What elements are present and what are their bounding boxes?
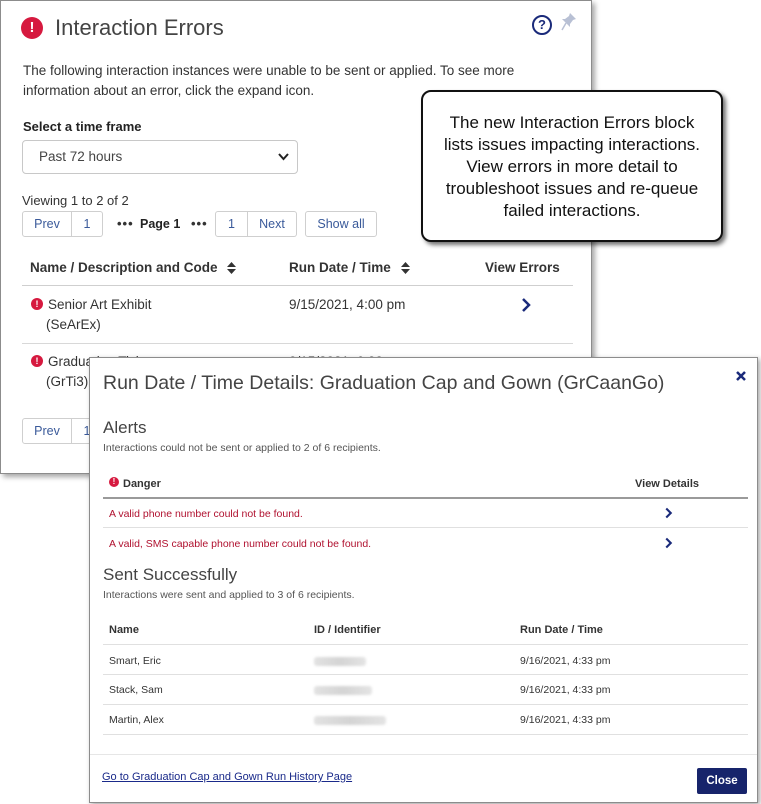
- redacted-id: [314, 657, 366, 666]
- timeframe-selected: Past 72 hours: [39, 149, 123, 164]
- sent-col-name: Name: [109, 624, 139, 636]
- pager-prev-group: Prev 1: [22, 211, 103, 237]
- timeframe-label: Select a time frame: [23, 119, 142, 134]
- pager-showall-group: Show all: [305, 211, 377, 237]
- sent-col-id: ID / Identifier: [314, 624, 381, 636]
- row-divider: [103, 674, 748, 675]
- redacted-id: [314, 686, 372, 695]
- sort-icon: [400, 262, 410, 275]
- close-button[interactable]: Close: [697, 768, 747, 794]
- current-page-label: Page 1: [140, 217, 181, 231]
- sent-col-date: Run Date / Time: [520, 624, 603, 636]
- alert-item: A valid, SMS capable phone number could …: [109, 538, 372, 550]
- alert-item: A valid phone number could not be found.: [109, 508, 303, 520]
- row-code: (GrTi3): [46, 374, 89, 389]
- callout-box: The new Interaction Errors block lists i…: [421, 90, 723, 242]
- sent-row-date: 9/16/2021, 4:33 pm: [520, 714, 611, 726]
- chevron-right-icon[interactable]: [664, 537, 673, 549]
- run-details-modal: Run Date / Time Details: Graduation Cap …: [89, 357, 758, 803]
- chevron-down-icon: [278, 153, 289, 161]
- row-divider: [103, 734, 748, 735]
- sent-row-name: Martin, Alex: [109, 714, 164, 726]
- show-all-button[interactable]: Show all: [305, 211, 377, 237]
- panel-header: ! Interaction Errors: [21, 15, 224, 41]
- callout-text: The new Interaction Errors block lists i…: [443, 113, 701, 220]
- sent-row-date: 9/16/2021, 4:33 pm: [520, 684, 611, 696]
- alerts-col-view-details: View Details: [635, 478, 699, 490]
- row-divider: [103, 527, 748, 528]
- alerts-subtitle: Interactions could not be sent or applie…: [103, 442, 381, 454]
- sent-subtitle: Interactions were sent and applied to 3 …: [103, 589, 355, 601]
- row-divider: [22, 343, 573, 344]
- panel-title: Interaction Errors: [55, 15, 224, 40]
- chevron-right-icon[interactable]: [664, 507, 673, 519]
- row-code: (SeArEx): [46, 317, 101, 332]
- error-icon: !: [109, 477, 119, 487]
- column-header-name[interactable]: Name / Description and Code: [30, 260, 237, 275]
- column-header-date[interactable]: Run Date / Time: [289, 260, 410, 275]
- alerts-col-danger: Danger: [123, 478, 161, 490]
- row-date: 9/15/2021, 4:00 pm: [289, 297, 406, 312]
- redacted-id: [314, 716, 386, 725]
- chevron-right-icon[interactable]: [520, 298, 532, 312]
- sent-row-name: Smart, Eric: [109, 655, 161, 667]
- prev-button[interactable]: Prev: [22, 418, 72, 444]
- viewing-count: Viewing 1 to 2 of 2: [22, 193, 129, 208]
- sent-header-divider: [103, 644, 748, 645]
- column-header-view-errors: View Errors: [485, 260, 560, 275]
- sent-title: Sent Successfully: [103, 565, 238, 584]
- page-last-button[interactable]: 1: [215, 211, 248, 237]
- help-icon[interactable]: ?: [532, 15, 552, 35]
- sort-icon: [227, 262, 237, 275]
- page-first-button[interactable]: 1: [72, 211, 103, 237]
- run-history-link[interactable]: Go to Graduation Cap and Gown Run Histor…: [102, 771, 352, 783]
- pager-next-group: 1 Next: [215, 211, 297, 237]
- row-name: Senior Art Exhibit: [48, 297, 152, 312]
- pin-icon[interactable]: [561, 12, 577, 32]
- alerts-header-divider: [103, 497, 748, 499]
- error-icon: !: [31, 355, 43, 367]
- sent-row-name: Stack, Sam: [109, 684, 163, 696]
- modal-footer: Go to Graduation Cap and Gown Run Histor…: [90, 754, 757, 802]
- error-icon: !: [31, 298, 43, 310]
- close-icon[interactable]: [735, 370, 747, 382]
- error-icon: !: [21, 17, 43, 39]
- row-divider: [103, 704, 748, 705]
- modal-title: Run Date / Time Details: Graduation Cap …: [103, 372, 665, 394]
- timeframe-select[interactable]: Past 72 hours: [22, 140, 298, 174]
- pager-ellipsis: •••: [191, 216, 208, 231]
- alerts-title: Alerts: [103, 418, 147, 437]
- next-button[interactable]: Next: [248, 211, 297, 237]
- sent-row-date: 9/16/2021, 4:33 pm: [520, 655, 611, 667]
- table-header-divider: [22, 285, 573, 286]
- prev-button[interactable]: Prev: [22, 211, 72, 237]
- pager-ellipsis: •••: [117, 216, 134, 231]
